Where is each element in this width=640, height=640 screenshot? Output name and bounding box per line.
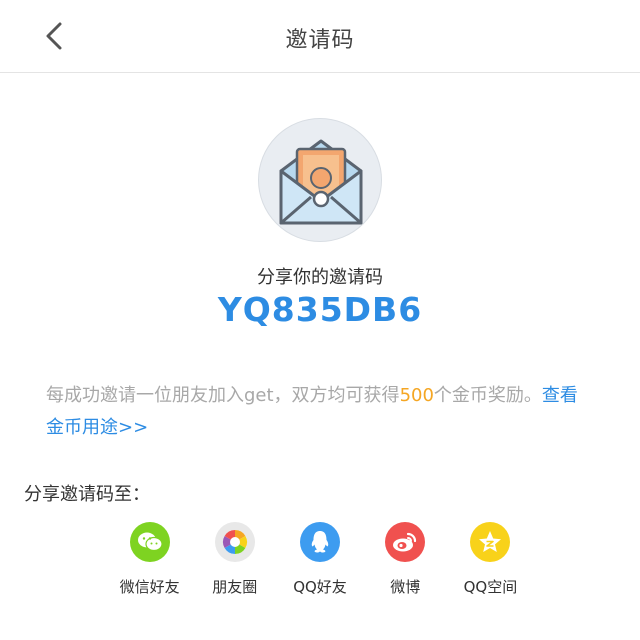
envelope-icon bbox=[279, 139, 363, 225]
share-qq-button[interactable]: QQ好友 bbox=[277, 522, 362, 606]
share-moments-button[interactable]: 朋友圈 bbox=[192, 522, 277, 606]
share-targets: 微信好友 朋友圈 QQ好友 微博 QQ空间 bbox=[107, 522, 533, 606]
share-wechat-label: 微信好友 bbox=[119, 578, 180, 596]
share-moments-label: 朋友圈 bbox=[212, 578, 258, 596]
reward-text-suffix: 个金币奖励。 bbox=[433, 385, 542, 406]
weibo-icon bbox=[385, 522, 426, 562]
qq-icon bbox=[300, 522, 340, 562]
page-title: 邀请码 bbox=[285, 28, 355, 53]
share-qzone-button[interactable]: QQ空间 bbox=[448, 522, 533, 606]
qzone-icon bbox=[470, 522, 511, 562]
share-qzone-label: QQ空间 bbox=[463, 578, 518, 596]
reward-description: 每成功邀请一位朋友加入get，双方均可获得500个金币奖励。查看金币用途>> bbox=[46, 380, 594, 444]
share-weibo-label: 微博 bbox=[390, 578, 421, 596]
envelope-illustration bbox=[258, 118, 382, 242]
share-weibo-button[interactable]: 微博 bbox=[363, 522, 448, 606]
moments-icon bbox=[214, 522, 255, 562]
share-section-title: 分享邀请码至： bbox=[24, 484, 150, 505]
share-wechat-button[interactable]: 微信好友 bbox=[107, 522, 192, 606]
wechat-icon bbox=[129, 522, 170, 562]
reward-amount: 500 bbox=[399, 385, 434, 406]
nav-bar: 邀请码 bbox=[0, 0, 640, 73]
share-qq-label: QQ好友 bbox=[293, 578, 347, 596]
invite-code: YQ835DB6 bbox=[217, 290, 423, 329]
reward-text-prefix: 每成功邀请一位朋友加入get，双方均可获得 bbox=[46, 385, 400, 406]
share-code-label: 分享你的邀请码 bbox=[257, 267, 383, 288]
